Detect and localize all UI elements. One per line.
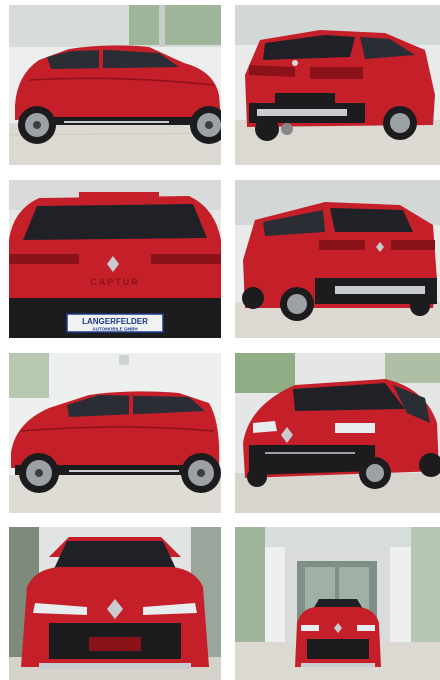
gallery-photo-5[interactable] xyxy=(9,353,221,513)
gallery-photo-7[interactable] xyxy=(9,527,221,680)
car-side-left-image xyxy=(9,353,221,513)
gallery-photo-1[interactable] xyxy=(9,5,221,165)
car-showroom-front-image xyxy=(235,527,440,680)
car-rear-image: CAPTUR LANGERFELDER AUTOMOBILE GMBH xyxy=(9,180,221,338)
rear-badge: CAPTUR xyxy=(90,277,140,287)
dealer-plate-line-1: LANGERFELDER xyxy=(82,317,148,326)
car-front-three-quarter-image xyxy=(235,353,440,513)
car-side-right-image xyxy=(9,5,221,165)
gallery-photo-6[interactable] xyxy=(235,353,440,513)
gallery-photo-4[interactable] xyxy=(235,180,440,338)
car-rear-right-image xyxy=(235,180,440,338)
gallery-photo-8[interactable] xyxy=(235,527,440,680)
car-front-image xyxy=(9,527,221,680)
gallery-photo-2[interactable] xyxy=(235,5,440,165)
photo-gallery-grid: CAPTUR LANGERFELDER AUTOMOBILE GMBH xyxy=(0,0,440,680)
gallery-photo-3[interactable]: CAPTUR LANGERFELDER AUTOMOBILE GMBH xyxy=(9,180,221,338)
dealer-plate-line-2: AUTOMOBILE GMBH xyxy=(92,327,137,332)
car-rear-three-quarter-image xyxy=(235,5,440,165)
